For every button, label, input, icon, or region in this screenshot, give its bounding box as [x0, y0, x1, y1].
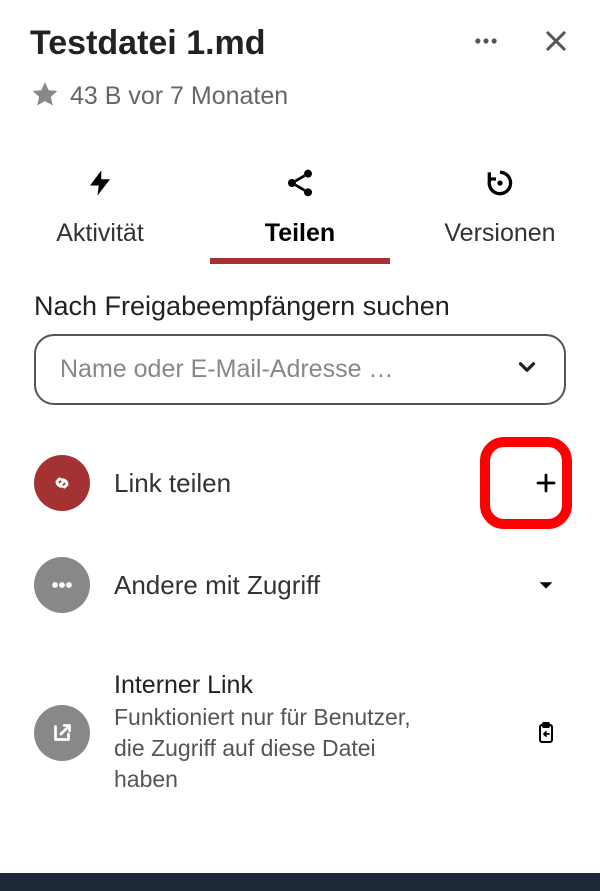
tabs: Aktivität Teilen Versionen — [0, 154, 600, 263]
external-link-icon — [34, 705, 90, 761]
history-icon — [484, 166, 516, 205]
tab-versions[interactable]: Versionen — [400, 154, 600, 262]
others-access-row[interactable]: Andere mit Zugriff — [34, 543, 566, 627]
lightning-icon — [85, 166, 115, 205]
others-access-body: Andere mit Zugriff — [114, 570, 502, 601]
more-icon[interactable] — [472, 27, 500, 60]
footer-bar — [0, 873, 600, 891]
link-icon — [34, 455, 90, 511]
tab-share-label: Teilen — [265, 219, 335, 248]
search-label: Nach Freigabeempfängern suchen — [34, 291, 566, 322]
page-title: Testdatei 1.md — [30, 24, 266, 63]
content-area: Nach Freigabeempfängern suchen Name oder… — [0, 263, 600, 809]
share-list: Link teilen Andere mit Zugriff Inte — [34, 441, 566, 809]
close-icon[interactable] — [542, 27, 570, 60]
share-link-row: Link teilen — [34, 441, 566, 525]
chevron-down-icon — [514, 354, 540, 385]
search-placeholder: Name oder E-Mail-Adresse … — [60, 355, 393, 384]
others-access-icon — [34, 557, 90, 613]
tab-versions-label: Versionen — [444, 219, 555, 248]
share-link-body: Link teilen — [114, 468, 502, 499]
star-icon[interactable] — [30, 79, 60, 114]
internal-link-body: Interner Link Funktioniert nur für Benut… — [114, 671, 502, 795]
share-icon — [284, 166, 316, 205]
meta-row: 43 B vor 7 Monaten — [30, 79, 570, 114]
others-access-label: Andere mit Zugriff — [114, 570, 502, 601]
header: Testdatei 1.md 43 B vor 7 Monaten — [0, 0, 600, 124]
internal-link-sub: Funktioniert nur für Benutzer, die Zugri… — [114, 702, 414, 795]
tab-activity-label: Aktivität — [56, 219, 144, 248]
title-row: Testdatei 1.md — [30, 24, 570, 63]
others-access-expand[interactable] — [526, 565, 566, 605]
share-link-label: Link teilen — [114, 468, 502, 499]
tab-activity[interactable]: Aktivität — [0, 154, 200, 262]
internal-link-row: Interner Link Funktioniert nur für Benut… — [34, 657, 566, 809]
copy-internal-link-button[interactable] — [526, 713, 566, 753]
file-meta: 43 B vor 7 Monaten — [70, 82, 288, 111]
internal-link-title: Interner Link — [114, 671, 502, 700]
title-actions — [472, 27, 570, 60]
add-share-link-button[interactable] — [526, 463, 566, 503]
search-input[interactable]: Name oder E-Mail-Adresse … — [34, 334, 566, 405]
tab-share[interactable]: Teilen — [200, 154, 400, 262]
